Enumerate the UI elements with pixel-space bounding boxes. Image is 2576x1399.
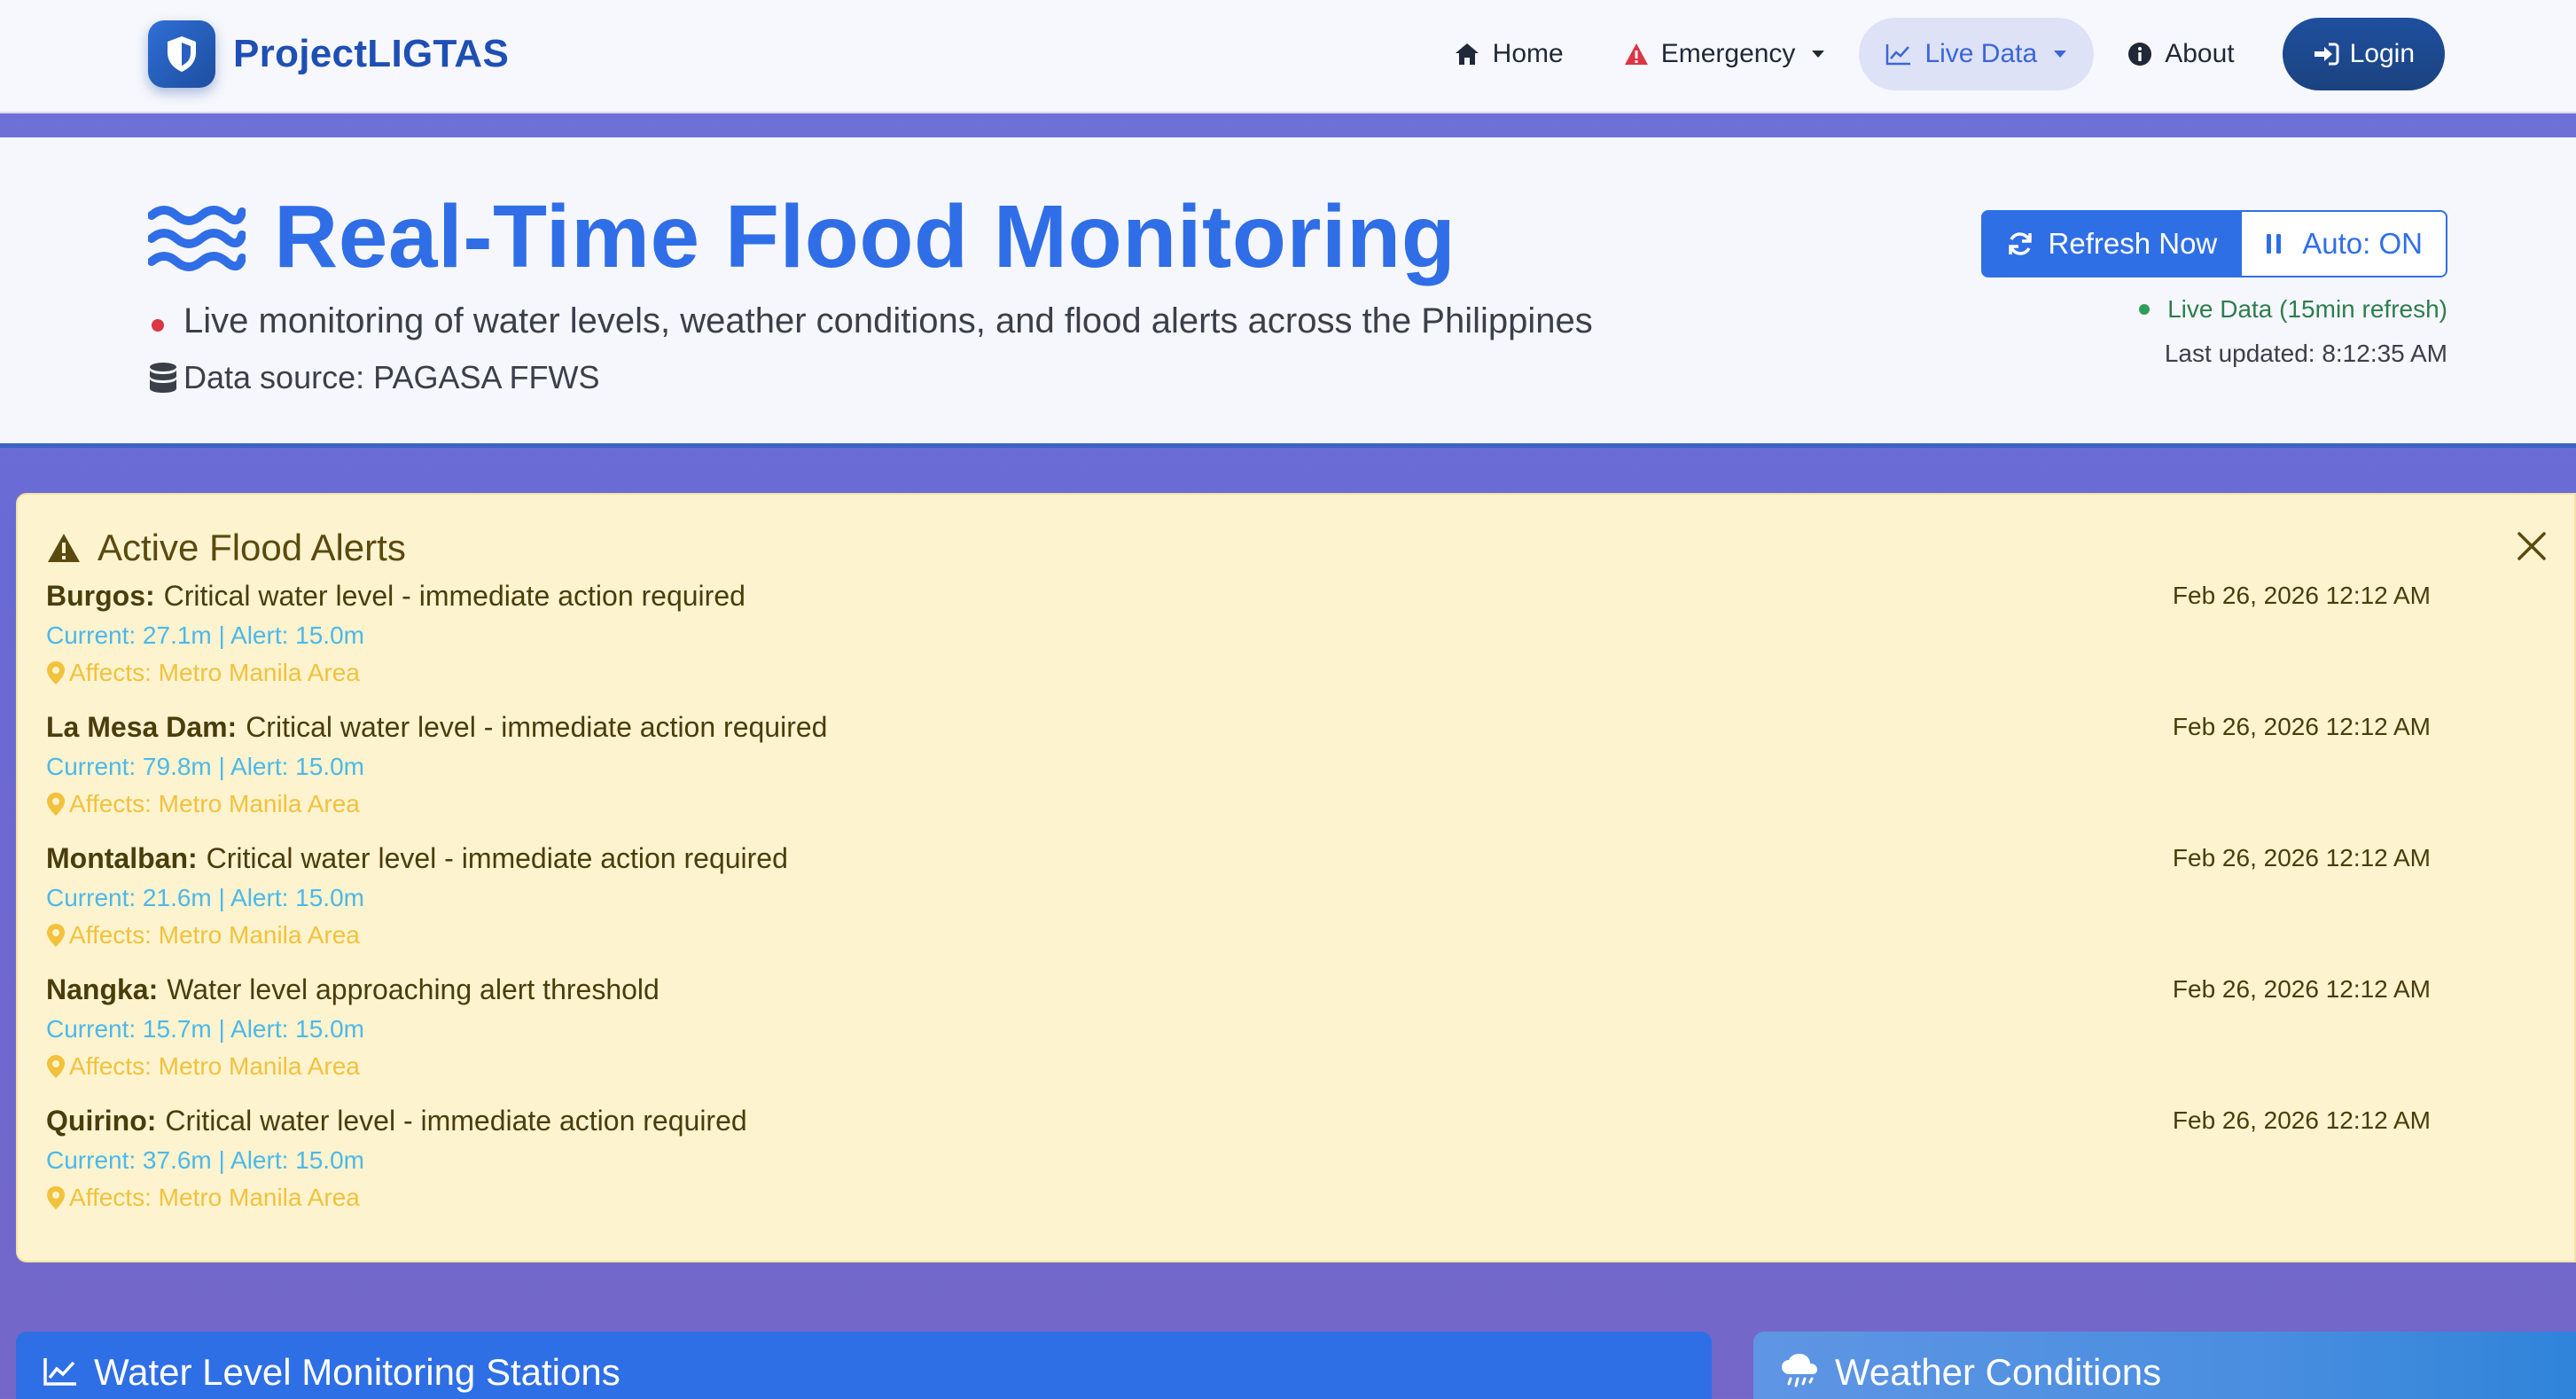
login-label: Login: [2349, 39, 2415, 68]
alert-affects: Affects: Metro Manila Area: [46, 917, 2510, 954]
nav-home-label: Home: [1492, 39, 1564, 68]
live-dot-icon: [152, 318, 164, 332]
map-pin-icon: [47, 793, 65, 816]
alert-item: Montalban: Critical water level - immedi…: [46, 839, 2510, 954]
alert-station: Montalban:: [46, 841, 198, 874]
nav-emergency-label: Emergency: [1660, 39, 1796, 68]
warning-triangle-icon: [48, 534, 80, 562]
alerts-heading: Active Flood Alerts: [46, 527, 406, 569]
water-stations-title: Water Level Monitoring Stations: [94, 1351, 621, 1393]
nav-about[interactable]: About: [2101, 18, 2260, 90]
alert-time: Feb 26, 2026 12:12 AM: [2172, 713, 2431, 740]
water-stations-card-header: Water Level Monitoring Stations: [16, 1332, 1712, 1399]
alert-message: Water level approaching alert threshold: [167, 973, 660, 1005]
alert-time: Feb 26, 2026 12:12 AM: [2172, 582, 2431, 609]
alert-item: La Mesa Dam: Critical water level - imme…: [46, 707, 2510, 823]
nav-links: Home Emergency Live Data About Login: [1420, 18, 2445, 90]
alert-station: La Mesa Dam:: [46, 710, 238, 743]
alert-time: Feb 26, 2026 12:12 AM: [2172, 1106, 2431, 1134]
cloud-rain-icon: [1782, 1354, 1817, 1387]
alert-item: Burgos: Critical water level - immediate…: [46, 576, 2510, 692]
pause-icon: [2267, 234, 2282, 254]
nav-about-label: About: [2165, 39, 2235, 68]
live-indicator-icon: [2139, 304, 2151, 315]
alert-affects-text: Affects: Metro Manila Area: [69, 790, 360, 817]
chevron-down-icon: [1812, 51, 1825, 58]
brand-name: ProjectLIGTAS: [233, 32, 510, 75]
close-alerts-button[interactable]: [2514, 528, 2549, 564]
info-circle-icon: [2128, 43, 2152, 66]
alert-station: Nangka:: [46, 973, 159, 1005]
live-status-text: Live Data (15min refresh): [2167, 295, 2447, 323]
alert-time: Feb 26, 2026 12:12 AM: [2172, 975, 2431, 1003]
page-header: Real-Time Flood Monitoring Live monitori…: [0, 137, 2576, 448]
sign-in-icon: [2314, 43, 2339, 66]
water-waves-icon: [148, 205, 246, 271]
sync-icon: [2008, 232, 2032, 255]
weather-title: Weather Conditions: [1835, 1351, 2162, 1393]
alerts-heading-text: Active Flood Alerts: [98, 527, 406, 568]
alert-message: Critical water level - immediate action …: [165, 1104, 747, 1137]
auto-refresh-toggle[interactable]: Auto: ON: [2242, 210, 2447, 277]
last-updated: Last updated: 8:12:35 AM: [2164, 340, 2447, 367]
chart-line-icon: [1886, 44, 1911, 66]
refresh-now-button[interactable]: Refresh Now: [1980, 210, 2243, 277]
alert-levels: Current: 27.1m | Alert: 15.0m: [46, 621, 364, 649]
refresh-now-label: Refresh Now: [2048, 227, 2218, 260]
page-subtitle-text: Live monitoring of water levels, weather…: [183, 301, 1593, 340]
alert-affects-text: Affects: Metro Manila Area: [69, 1052, 360, 1080]
map-pin-icon: [47, 1186, 65, 1209]
alert-affects: Affects: Metro Manila Area: [46, 1179, 2510, 1216]
alert-affects-text: Affects: Metro Manila Area: [69, 1184, 360, 1211]
shield-icon: [148, 20, 215, 88]
refresh-controls: Refresh Now Auto: ON: [1980, 210, 2447, 277]
alert-affects-text: Affects: Metro Manila Area: [69, 659, 360, 686]
database-icon: [150, 363, 176, 393]
flood-alerts-panel: Active Flood Alerts Burgos: Critical wat…: [16, 493, 2576, 1262]
alert-message: Critical water level - immediate action …: [206, 841, 788, 874]
data-source-text: Data source: PAGASA FFWS: [183, 359, 600, 395]
chart-line-icon: [43, 1358, 76, 1386]
alert-levels: Current: 21.6m | Alert: 15.0m: [46, 884, 364, 911]
alert-station: Burgos:: [46, 579, 155, 612]
alert-message: Critical water level - immediate action …: [246, 710, 828, 743]
alert-item: Quirino: Critical water level - immediat…: [46, 1101, 2510, 1216]
close-icon: [2517, 532, 2546, 560]
brand[interactable]: ProjectLIGTAS: [148, 20, 509, 89]
map-pin-icon: [47, 1055, 65, 1078]
map-pin-icon: [47, 924, 65, 947]
alert-levels: Current: 37.6m | Alert: 15.0m: [46, 1146, 364, 1174]
chevron-down-icon: [2054, 51, 2067, 58]
warning-triangle-icon: [1624, 43, 1648, 65]
alert-levels: Current: 79.8m | Alert: 15.0m: [46, 753, 364, 780]
home-icon: [1455, 43, 1479, 65]
alert-levels: Current: 15.7m | Alert: 15.0m: [46, 1015, 364, 1043]
alert-affects: Affects: Metro Manila Area: [46, 785, 2510, 823]
nav-live-data-label: Live Data: [1924, 39, 2038, 68]
alert-affects-text: Affects: Metro Manila Area: [69, 921, 360, 949]
data-source: Data source: PAGASA FFWS: [148, 359, 599, 396]
map-pin-icon: [47, 661, 65, 684]
page-title: Real-Time Flood Monitoring: [148, 186, 1456, 288]
nav-home[interactable]: Home: [1427, 18, 1590, 90]
weather-card-header: Weather Conditions: [1753, 1332, 2576, 1399]
alert-station: Quirino:: [46, 1104, 157, 1137]
live-status: Live Data (15min refresh): [2139, 295, 2447, 324]
login-button[interactable]: Login: [2282, 18, 2445, 90]
nav-live-data[interactable]: Live Data: [1859, 18, 2095, 90]
alert-message: Critical water level - immediate action …: [163, 579, 745, 612]
page-title-text: Real-Time Flood Monitoring: [274, 187, 1456, 286]
auto-refresh-label: Auto: ON: [2302, 227, 2423, 260]
alert-time: Feb 26, 2026 12:12 AM: [2172, 844, 2431, 871]
nav-emergency[interactable]: Emergency: [1597, 18, 1853, 90]
page-subtitle: Live monitoring of water levels, weather…: [148, 301, 1593, 341]
alert-affects: Affects: Metro Manila Area: [46, 1048, 2510, 1085]
navbar: ProjectLIGTAS Home Emergency Live Data A…: [0, 0, 2576, 113]
alert-affects: Affects: Metro Manila Area: [46, 654, 2510, 692]
alert-item: Nangka: Water level approaching alert th…: [46, 970, 2510, 1085]
